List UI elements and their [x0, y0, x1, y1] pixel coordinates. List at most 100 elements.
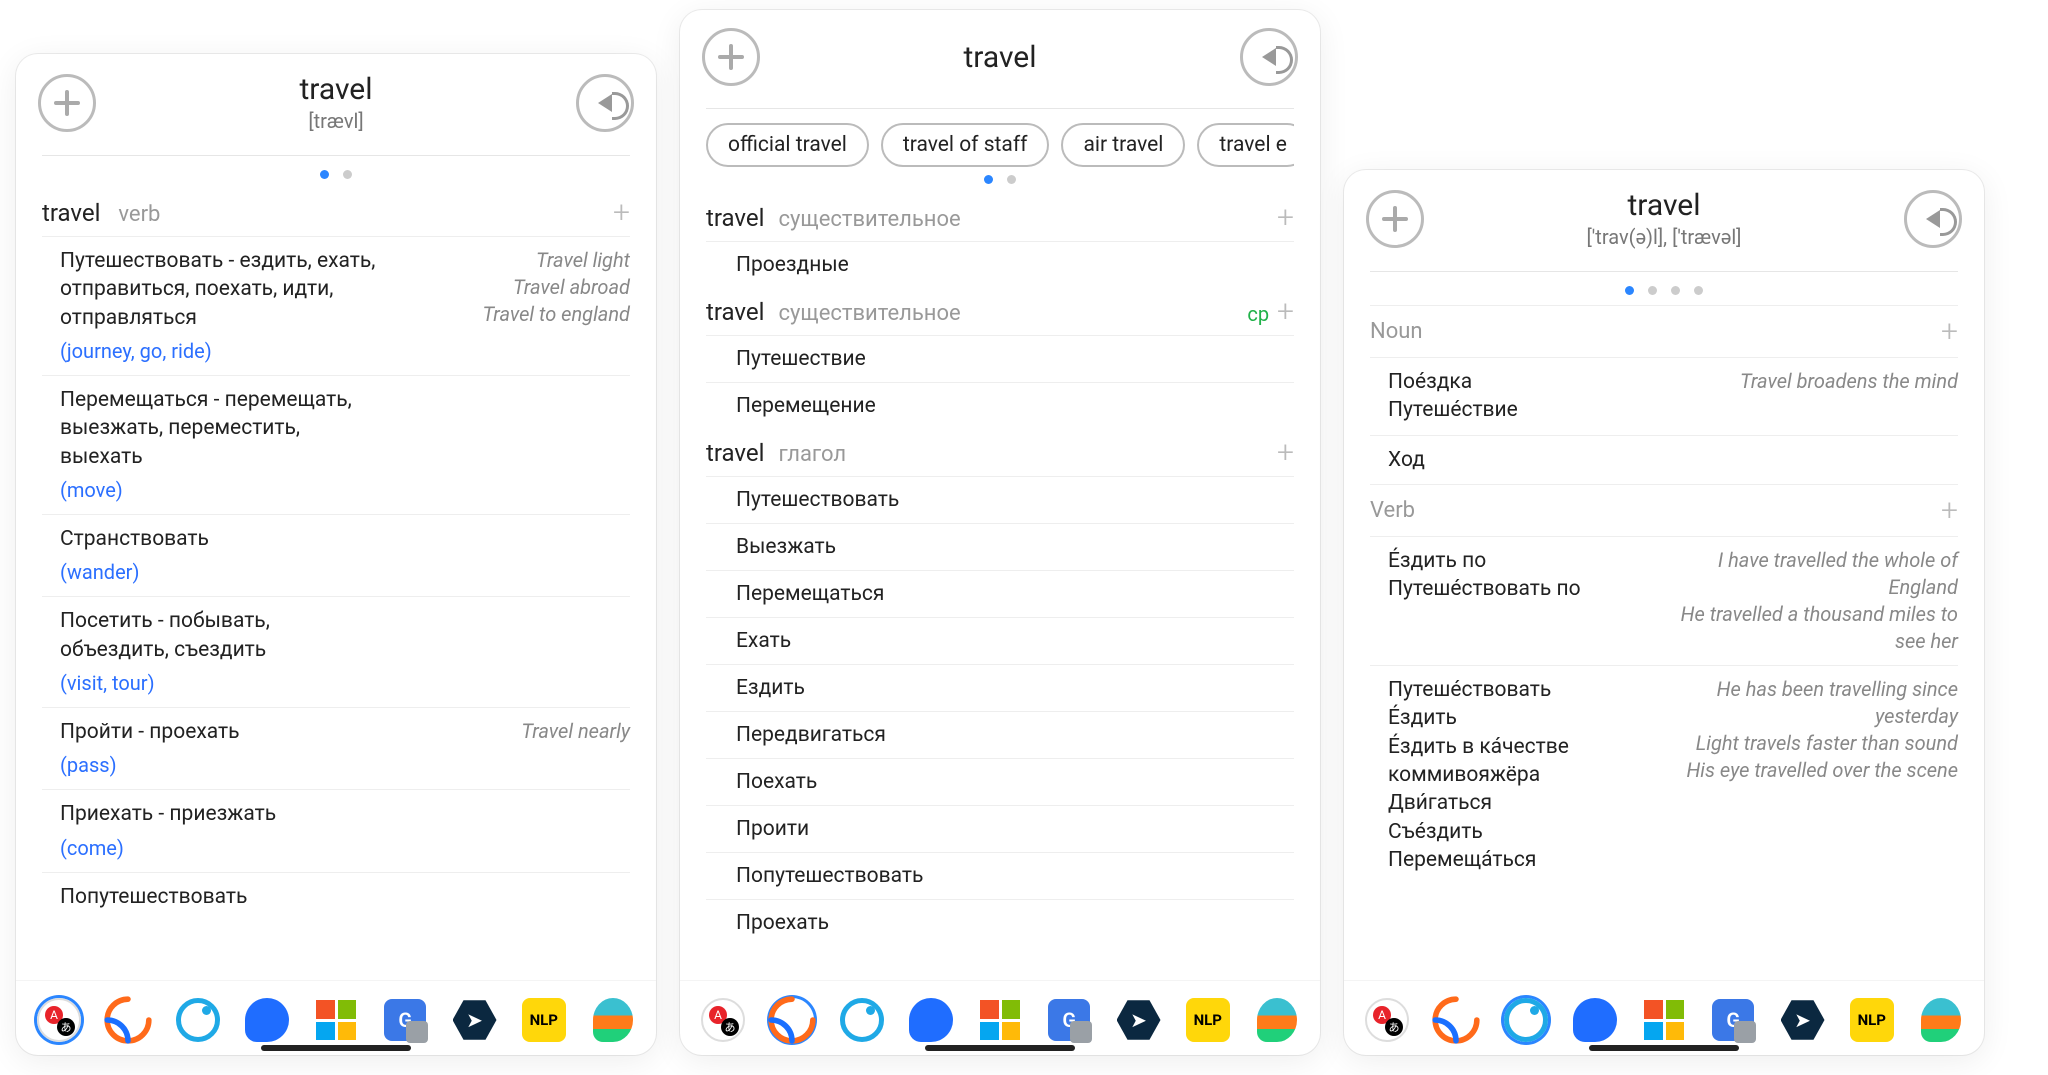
assistant-icon[interactable] — [242, 995, 292, 1045]
sense-row[interactable]: Приехать - приезжать(come) — [42, 789, 630, 871]
pager-dot[interactable] — [1625, 286, 1634, 295]
swirl-icon[interactable] — [1431, 995, 1481, 1045]
translation-row[interactable]: Попутешествовать — [706, 852, 1294, 899]
translation-row[interactable]: Проехать — [706, 899, 1294, 946]
pager-dot[interactable] — [343, 170, 352, 179]
google-translate-icon[interactable]: G — [1044, 995, 1094, 1045]
add-sense-button[interactable]: + — [1941, 314, 1958, 349]
collocation-chip[interactable]: official travel — [706, 123, 869, 167]
translation: Путеше́ствоватьЕ́здитьЕ́здить в ка́честв… — [1388, 676, 1662, 874]
synonyms[interactable]: (pass) — [60, 752, 379, 779]
translation-row[interactable]: Выезжать — [706, 523, 1294, 570]
translator-icon[interactable]: Aあ — [1362, 995, 1412, 1045]
add-sense-button[interactable]: + — [613, 195, 630, 230]
add-sense-button[interactable]: + — [1941, 493, 1958, 528]
sense-row[interactable]: Пое́здкаПутеше́ствиеTravel broadens the … — [1370, 357, 1958, 435]
google-translate-icon[interactable]: G — [1708, 995, 1758, 1045]
assistant-icon[interactable] — [906, 995, 956, 1045]
sense-row[interactable]: Е́здить поПутеше́ствовать поI have trave… — [1370, 536, 1958, 665]
google-translate-icon[interactable]: G — [380, 995, 430, 1045]
translation-row[interactable]: Ехать — [706, 617, 1294, 664]
nlp-icon[interactable]: NLP — [519, 995, 569, 1045]
pager[interactable] — [706, 175, 1294, 184]
translation-row[interactable]: Проездные — [706, 241, 1294, 288]
deepl-icon[interactable]: ➤ — [1114, 995, 1164, 1045]
parrot-icon[interactable] — [588, 995, 638, 1045]
add-sense-button[interactable]: + — [1277, 200, 1294, 235]
collocation-chip[interactable]: travel of staff — [881, 123, 1050, 167]
translation: Ход — [1388, 446, 1662, 474]
app-dock: Aあ G ➤ NLP — [680, 980, 1320, 1055]
collocation-chip[interactable]: air travel — [1061, 123, 1185, 167]
sense-row[interactable]: Попутешествовать — [42, 872, 630, 921]
sense-row[interactable]: Перемещаться - перемещать, выезжать, пер… — [42, 375, 630, 514]
pos-section-header: Verb+ — [1370, 484, 1958, 536]
translation-row[interactable]: Перемещение — [706, 382, 1294, 429]
headword: travel — [760, 40, 1240, 75]
translation-row[interactable]: Путешествие — [706, 335, 1294, 382]
nlp-icon[interactable]: NLP — [1183, 995, 1233, 1045]
sense-row[interactable]: Посетить - побывать, объездить, съездить… — [42, 596, 630, 707]
dictionary-card-2: travel official travel travel of staffair… — [680, 10, 1320, 1055]
add-sense-button[interactable]: + — [1277, 294, 1294, 329]
swirl-icon[interactable] — [767, 995, 817, 1045]
disk-icon[interactable] — [1501, 995, 1551, 1045]
translation-row[interactable]: Поехать — [706, 758, 1294, 805]
collocation-chip[interactable]: travel e — [1197, 123, 1294, 167]
synonyms[interactable]: (move) — [60, 477, 379, 504]
add-button[interactable] — [38, 74, 96, 132]
parrot-icon[interactable] — [1252, 995, 1302, 1045]
translation-row[interactable]: Проити — [706, 805, 1294, 852]
pager-dot[interactable] — [320, 170, 329, 179]
card-header: travel — [680, 10, 1320, 102]
microsoft-icon[interactable] — [975, 995, 1025, 1045]
add-sense-button[interactable]: + — [1277, 435, 1294, 470]
headword: travel — [96, 72, 576, 107]
assistant-icon[interactable] — [1570, 995, 1620, 1045]
synonyms[interactable]: (journey, go, ride) — [60, 338, 379, 365]
synonyms[interactable]: (wander) — [60, 559, 379, 586]
synonyms[interactable]: (come) — [60, 835, 379, 862]
plus-icon — [54, 90, 80, 116]
translation-row[interactable]: Ездить — [706, 664, 1294, 711]
translator-icon[interactable]: Aあ — [34, 995, 84, 1045]
pager-dot[interactable] — [1671, 286, 1680, 295]
app-dock: Aあ G ➤ NLP — [1344, 980, 1984, 1055]
sense-row[interactable]: Путешествовать - ездить, ехать, отправит… — [42, 236, 630, 375]
pager[interactable] — [1370, 286, 1958, 295]
speak-button[interactable] — [576, 74, 634, 132]
add-button[interactable] — [702, 28, 760, 86]
translation: Путешествовать - ездить, ехать, отправит… — [60, 247, 379, 365]
translation: Попутешествовать — [60, 883, 379, 911]
phonetic: ['trav(ə)l], ['trævəl] — [1424, 225, 1904, 249]
pager[interactable] — [42, 170, 630, 179]
card-header: travel ['trav(ə)l], ['trævəl] — [1344, 170, 1984, 265]
speaker-icon — [598, 94, 612, 112]
speak-button[interactable] — [1904, 190, 1962, 248]
pager-dot[interactable] — [1648, 286, 1657, 295]
translation-row[interactable]: Передвигаться — [706, 711, 1294, 758]
add-button[interactable] — [1366, 190, 1424, 248]
disk-icon[interactable] — [837, 995, 887, 1045]
translation-row[interactable]: Перемещаться — [706, 570, 1294, 617]
deepl-icon[interactable]: ➤ — [1778, 995, 1828, 1045]
translation-row[interactable]: Путешествовать — [706, 476, 1294, 523]
dictionary-card-1: travel [trævl] travel verb + Путешествов… — [16, 54, 656, 1055]
speak-button[interactable] — [1240, 28, 1298, 86]
sense-row[interactable]: Путеше́ствоватьЕ́здитьЕ́здить в ка́честв… — [1370, 665, 1958, 884]
pager-dot[interactable] — [1694, 286, 1703, 295]
nlp-icon[interactable]: NLP — [1847, 995, 1897, 1045]
disk-icon[interactable] — [173, 995, 223, 1045]
translator-icon[interactable]: Aあ — [698, 995, 748, 1045]
synonyms[interactable]: (visit, tour) — [60, 670, 379, 697]
sense-row[interactable]: Пройти - проехать(pass)Travel nearly — [42, 707, 630, 789]
microsoft-icon[interactable] — [311, 995, 361, 1045]
pager-dot[interactable] — [984, 175, 993, 184]
deepl-icon[interactable]: ➤ — [450, 995, 500, 1045]
pager-dot[interactable] — [1007, 175, 1016, 184]
microsoft-icon[interactable] — [1639, 995, 1689, 1045]
parrot-icon[interactable] — [1916, 995, 1966, 1045]
sense-row[interactable]: Ход — [1370, 435, 1958, 484]
sense-row[interactable]: Странствовать(wander) — [42, 514, 630, 596]
swirl-icon[interactable] — [103, 995, 153, 1045]
